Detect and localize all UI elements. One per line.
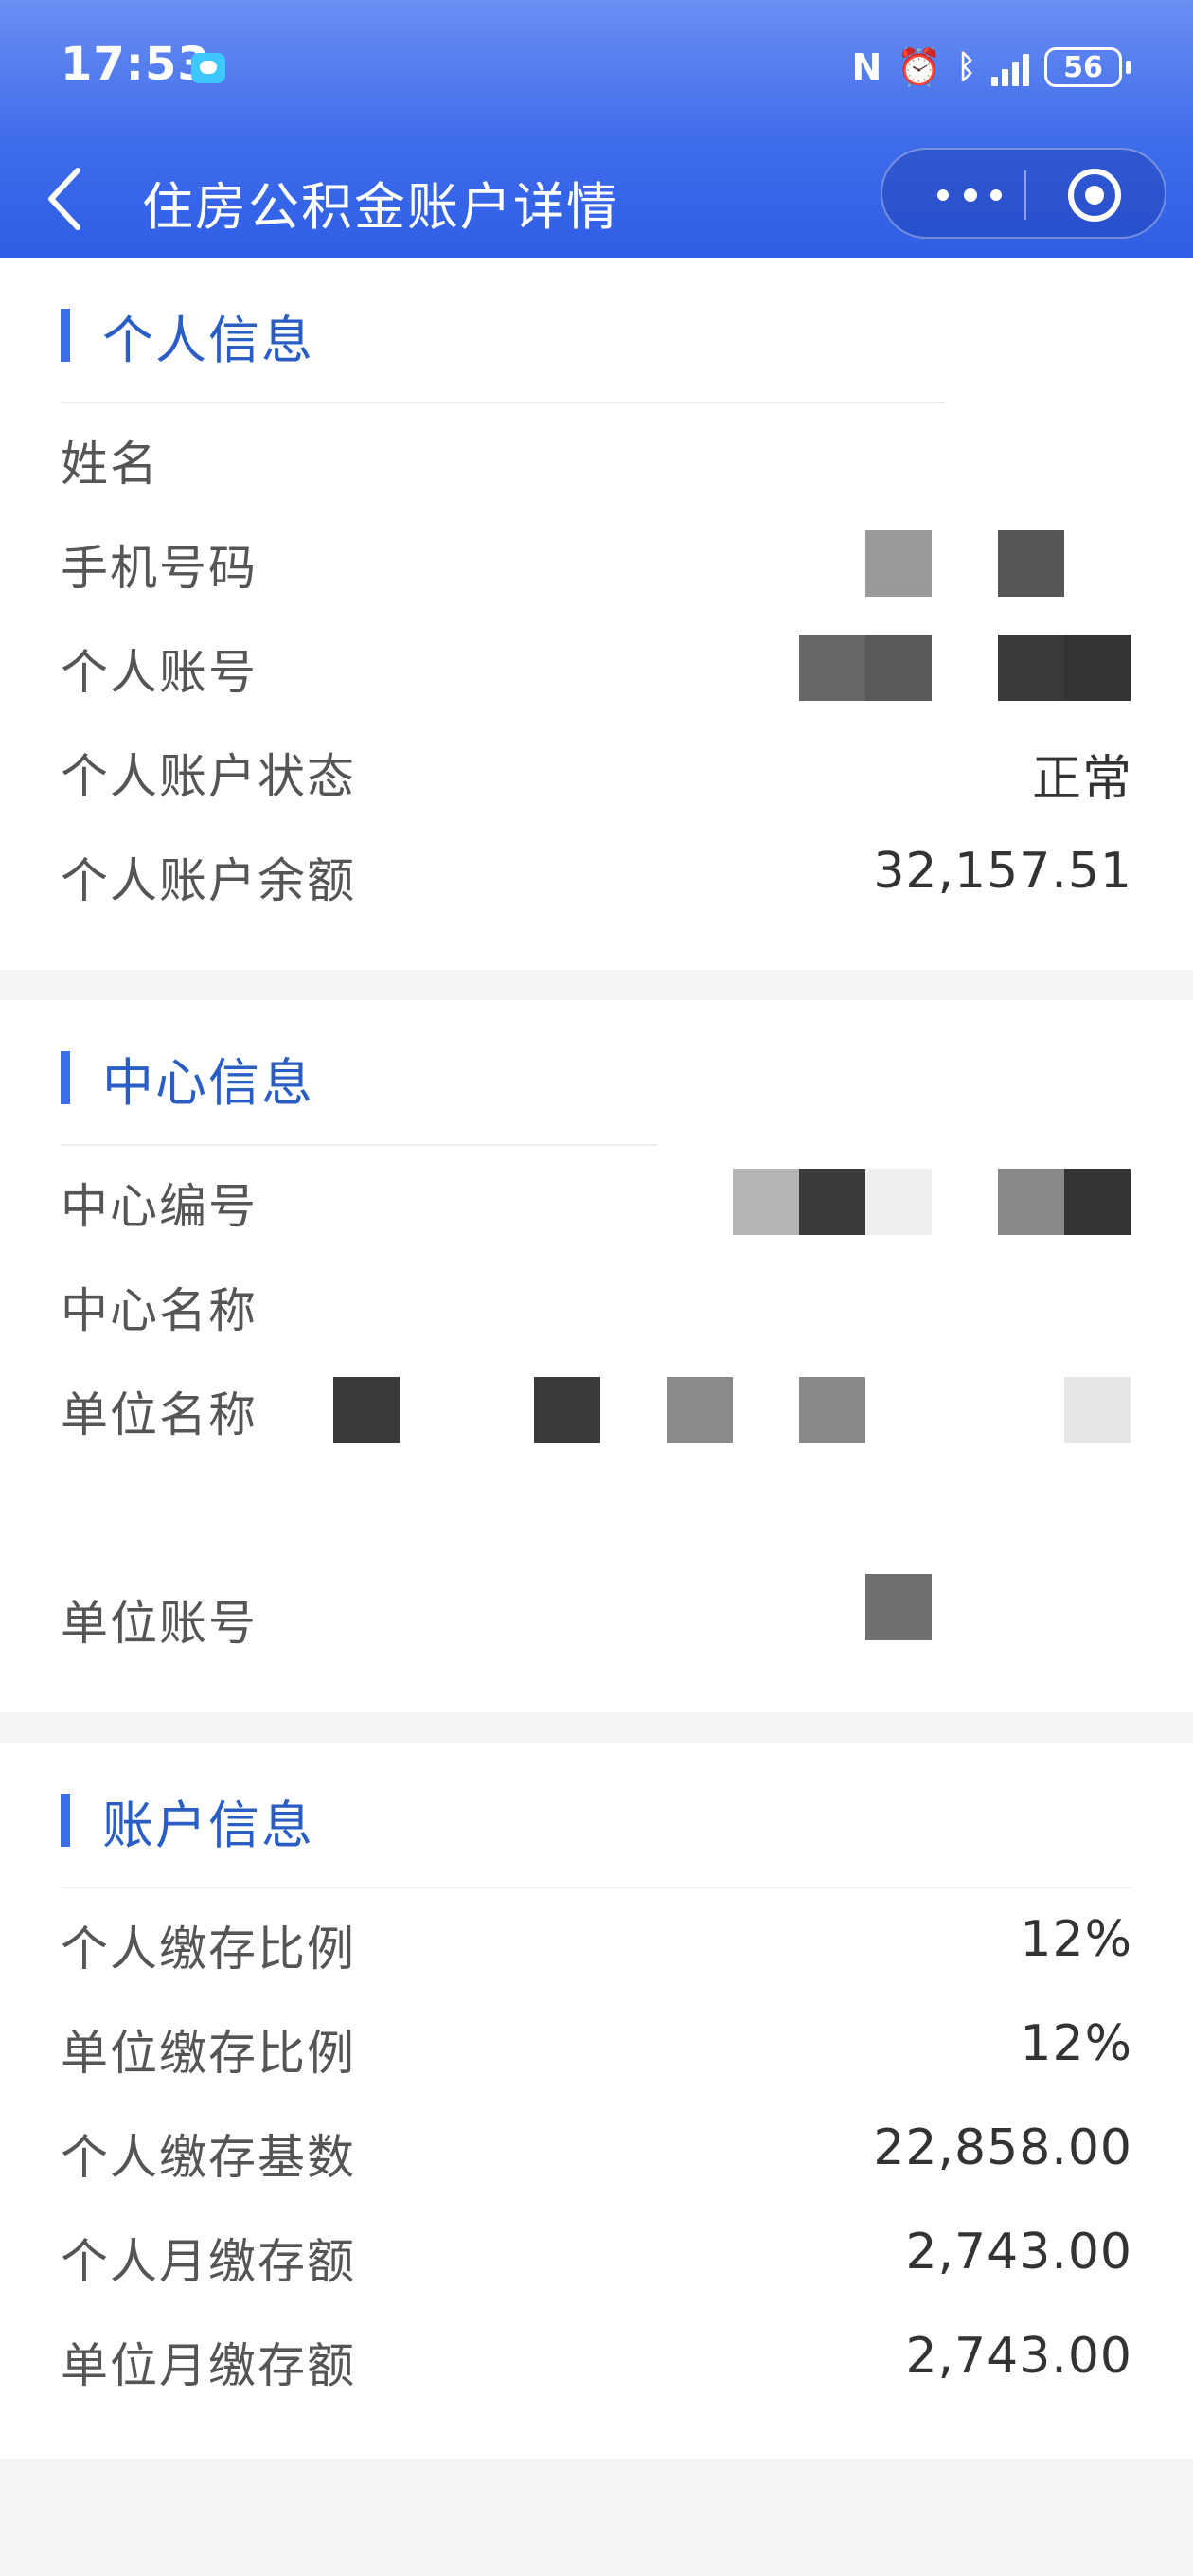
personal-info-card: 个人信息 姓名 手机号码 个人账号 个人账户状态 正常 个人账户余额 32,15… (0, 258, 1193, 970)
app-header: 17:53 N ⏰ ᛒ 56 住房公积金账户详情 (0, 0, 1193, 258)
section-title: 中心信息 (102, 1052, 314, 1113)
redacted-block (1064, 1377, 1131, 1443)
bluetooth-icon: ᛒ (956, 48, 976, 86)
section-accent-bar (61, 1794, 70, 1847)
message-icon (191, 53, 225, 83)
row-account-number: 个人账号 (61, 627, 1132, 701)
redacted-block (865, 1169, 932, 1235)
redacted-block (865, 530, 932, 597)
redacted-block (667, 1377, 733, 1443)
redacted-block (799, 1377, 865, 1443)
nav-bar: 住房公积金账户详情 (0, 133, 1193, 258)
row-label: 中心编号 (61, 1179, 258, 1234)
row-employer-account: 单位账号 (61, 1574, 1132, 1651)
redacted-block (998, 1169, 1064, 1235)
section-accent-bar (61, 1051, 70, 1104)
back-icon[interactable] (38, 161, 95, 237)
row-value: 2,743.00 (905, 2328, 1132, 2385)
row-label: 个人缴存基数 (61, 2130, 356, 2185)
center-info-card: 中心信息 中心编号 中心名称 单位名称 单位账号 (0, 1000, 1193, 1712)
row-value: 12% (1020, 1911, 1132, 1968)
row-value: 32,157.51 (873, 843, 1132, 900)
section-divider (61, 402, 945, 403)
status-icons: N ⏰ ᛒ 56 (851, 45, 1131, 89)
row-center-number: 中心编号 (61, 1161, 1132, 1235)
redacted-block (1064, 1169, 1131, 1235)
redacted-block (333, 1377, 400, 1443)
redacted-block (998, 635, 1064, 701)
redacted-block (998, 530, 1064, 597)
redacted-block (1064, 635, 1131, 701)
section-title: 账户信息 (102, 1795, 314, 1855)
battery-icon: 56 (1044, 47, 1122, 87)
row-value: 2,743.00 (905, 2224, 1132, 2281)
nfc-icon: N (851, 46, 882, 88)
row-label: 单位缴存比例 (61, 2026, 356, 2081)
row-personal-rate: 个人缴存比例 12% (61, 1904, 1132, 1977)
section-divider (61, 1144, 657, 1146)
row-label: 手机号码 (61, 541, 258, 596)
section-title: 个人信息 (102, 310, 314, 370)
row-phone: 手机号码 (61, 523, 1132, 597)
row-contribution-base: 个人缴存基数 22,858.00 (61, 2112, 1132, 2185)
more-icon[interactable] (920, 169, 1019, 222)
row-label: 个人账户状态 (61, 749, 356, 804)
row-label: 个人月缴存额 (61, 2234, 356, 2289)
battery-level: 56 (1063, 50, 1103, 84)
row-label: 单位名称 (61, 1387, 258, 1442)
row-label: 中心名称 (61, 1283, 258, 1338)
row-label: 姓名 (61, 437, 159, 492)
capsule-divider (1024, 170, 1026, 220)
close-miniprogram-icon[interactable] (1068, 169, 1121, 222)
row-value: 正常 (1031, 751, 1132, 808)
row-value: 12% (1020, 2015, 1132, 2072)
account-info-card: 账户信息 个人缴存比例 12% 单位缴存比例 12% 个人缴存基数 22,858… (0, 1743, 1193, 2459)
row-account-status: 个人账户状态 正常 (61, 731, 1132, 808)
section-header: 个人信息 (61, 307, 314, 370)
alarm-icon: ⏰ (897, 46, 942, 88)
page-title: 住房公积金账户详情 (142, 177, 619, 237)
redacted-block (865, 635, 932, 701)
section-header: 账户信息 (61, 1792, 314, 1855)
miniprogram-capsule (881, 148, 1166, 239)
row-center-name: 中心名称 (61, 1265, 1132, 1338)
row-label: 单位月缴存额 (61, 2338, 356, 2393)
row-personal-monthly: 个人月缴存额 2,743.00 (61, 2216, 1132, 2289)
row-label: 个人账户余额 (61, 853, 356, 908)
redacted-block (534, 1377, 600, 1443)
row-label: 单位账号 (61, 1596, 258, 1651)
redacted-block (865, 1574, 932, 1640)
redacted-block (799, 635, 865, 701)
section-divider (61, 1887, 1132, 1888)
section-accent-bar (61, 309, 70, 362)
row-name: 姓名 (61, 419, 1132, 492)
row-balance: 个人账户余额 32,157.51 (61, 835, 1132, 908)
row-employer-rate: 单位缴存比例 12% (61, 2008, 1132, 2081)
row-employer-name: 单位名称 (61, 1369, 1132, 1443)
battery-cap (1126, 61, 1131, 74)
signal-icon (991, 48, 1029, 86)
row-employer-monthly: 单位月缴存额 2,743.00 (61, 2320, 1132, 2393)
row-label: 个人账号 (61, 645, 258, 700)
row-value: 22,858.00 (873, 2120, 1132, 2176)
status-bar: 17:53 N ⏰ ᛒ 56 (0, 0, 1193, 133)
row-label: 个人缴存比例 (61, 1922, 356, 1977)
redacted-block (799, 1169, 865, 1235)
section-header: 中心信息 (61, 1049, 314, 1113)
redacted-block (733, 1169, 799, 1235)
status-time: 17:53 (61, 38, 210, 91)
